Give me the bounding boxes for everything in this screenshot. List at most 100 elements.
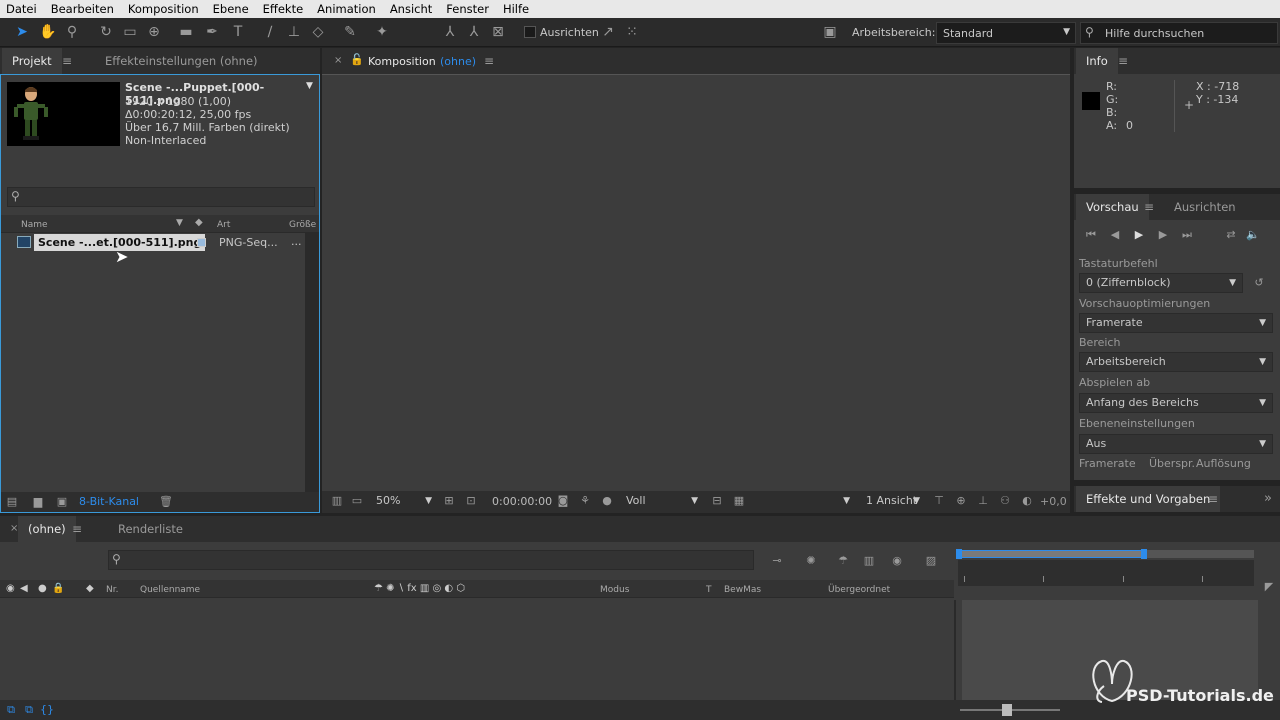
text-tool-icon[interactable]: T [228,22,248,42]
bit-depth-button[interactable]: 8-Bit-Kanal [79,495,139,508]
work-area-start-handle[interactable] [956,549,962,559]
snapshot-camera-icon[interactable]: ◙ [556,494,570,508]
last-frame-icon[interactable]: ⏭ [1180,228,1194,242]
new-folder-icon[interactable]: ▆ [31,495,45,509]
show-snapshot-icon[interactable]: ⚘ [578,494,592,508]
timeline-search-input[interactable]: ⚲ [108,550,754,570]
menu-icon[interactable]: ≡ [62,48,72,74]
region-of-interest-icon[interactable]: ⊞ [442,494,456,508]
help-search-input[interactable]: ⚲ Hilfe durchsuchen [1080,22,1278,44]
lock-icon[interactable]: 🔒 [52,583,64,594]
audio-icon[interactable]: 🔈 [1246,228,1260,242]
timeline-icon[interactable]: ⊥ [976,494,990,508]
camera-view-dropdown[interactable]: ▼ [752,492,856,512]
tab-render-queue[interactable]: Renderliste [108,516,193,542]
col-track-matte[interactable]: BewMas [724,585,761,595]
checkerboard-icon[interactable]: ▦ [732,494,746,508]
reset-icon[interactable]: ↺ [1252,276,1266,290]
snap-options-icon[interactable]: ⁙ [622,22,642,42]
frame-blending-icon[interactable]: ▥ [862,554,876,568]
col-type[interactable]: Art [217,220,230,230]
tab-composition-label[interactable]: Komposition [368,55,436,68]
roto-brush-tool-icon[interactable]: ✎ [340,22,360,42]
play-from-dropdown[interactable]: Anfang des Bereichs ▼ [1079,393,1273,413]
rectangle-tool-icon[interactable]: ▬ [176,22,196,42]
first-frame-icon[interactable]: ⏮ [1084,228,1098,242]
channel-color-icon[interactable]: ● [600,494,614,508]
project-scrollbar[interactable] [305,233,319,493]
clone-stamp-tool-icon[interactable]: ⊥ [284,22,304,42]
layer-settings-dropdown[interactable]: Aus ▼ [1079,434,1273,454]
menu-icon[interactable]: ≡ [1208,486,1218,512]
tab-project[interactable]: Projekt [2,48,62,74]
comp-mini-flowchart-icon[interactable]: ⊸ [770,554,784,568]
time-ruler[interactable] [958,560,1254,586]
timeline-divider[interactable] [954,600,956,700]
solo-icon[interactable]: ● [38,583,47,594]
tab-preview[interactable]: Vorschau [1076,194,1149,220]
label-color-swatch[interactable] [197,238,206,247]
menu-komposition[interactable]: Komposition [128,2,199,16]
col-name[interactable]: Name [21,220,48,230]
visibility-eye-icon[interactable]: ◉ [6,583,15,594]
expand-panel-icon[interactable]: » [1264,486,1272,512]
pen-tool-icon[interactable]: ✒ [202,22,222,42]
work-area-bar[interactable] [960,550,1144,558]
close-icon[interactable]: × [334,55,342,66]
graph-editor-icon[interactable]: ▨ [924,554,938,568]
play-icon[interactable]: ▶ [1132,228,1146,242]
menu-icon[interactable]: ≡ [484,48,494,74]
col-source-name[interactable]: Quellenname [140,585,200,595]
menu-datei[interactable]: Datei [6,2,37,16]
composition-viewer[interactable] [322,74,1070,491]
project-item-row[interactable]: Scene -...et.[000-511].png PNG-Seq... ..… [1,234,305,252]
col-nr[interactable]: Nr. [106,585,118,595]
interpret-footage-icon[interactable]: ▤ [5,495,19,509]
work-area-end-handle[interactable] [1141,549,1147,559]
tab-effects-presets[interactable]: Effekte und Vorgaben [1076,486,1221,512]
label-tag-icon[interactable]: ◆ [86,583,94,594]
comp-button-icon[interactable]: ◤ [1262,580,1276,594]
quality-dropdown[interactable]: Voll ▼ [620,492,704,512]
zoom-tool-icon[interactable]: ⚲ [62,22,82,42]
align-checkbox[interactable] [524,26,536,38]
previous-frame-icon[interactable]: ◀ [1108,228,1122,242]
flowchart-icon[interactable]: ⚇ [998,494,1012,508]
in-out-toggle-icon[interactable]: {} [40,703,54,717]
view-axis-icon[interactable]: ⊠ [488,22,508,42]
next-frame-icon[interactable]: ▶ [1156,228,1170,242]
always-preview-icon[interactable]: ▥ [330,494,344,508]
lock-icon[interactable]: 🔓 [350,53,364,66]
col-t[interactable]: T [706,585,712,595]
menu-animation[interactable]: Animation [317,2,376,16]
pan-behind-tool-icon[interactable]: ⊕ [144,22,164,42]
timecode-display[interactable]: 0:00:00:00 [492,495,552,508]
menu-ansicht[interactable]: Ansicht [390,2,432,16]
zoom-dropdown[interactable]: 50% ▼ [370,492,438,512]
menu-bearbeiten[interactable]: Bearbeiten [51,2,114,16]
range-dropdown[interactable]: Arbeitsbereich ▼ [1079,352,1273,372]
draft-3d-icon[interactable]: ✺ [804,554,818,568]
local-axis-icon[interactable]: ⅄ [440,22,460,42]
tab-info[interactable]: Info [1076,48,1118,74]
fast-previews-icon[interactable]: ⊕ [954,494,968,508]
transfer-controls-toggle-icon[interactable]: ⧉ [22,703,36,717]
toggle-pixel-aspect-icon[interactable]: ⊤ [932,494,946,508]
tab-effect-controls[interactable]: Effekteinstellungen (ohne) [95,48,268,74]
audio-speaker-icon[interactable]: ◀ [20,583,28,594]
menu-hilfe[interactable]: Hilfe [503,2,529,16]
tab-align[interactable]: Ausrichten [1164,194,1246,220]
motion-blur-icon[interactable]: ◉ [890,554,904,568]
trash-icon[interactable]: 🗑 [159,495,173,509]
camera-tool-icon[interactable]: ▭ [120,22,140,42]
shortcut-dropdown[interactable]: 0 (Ziffernblock) ▼ [1079,273,1243,293]
puppet-pin-tool-icon[interactable]: ✦ [372,22,392,42]
col-parent[interactable]: Übergeordnet [828,585,890,595]
tab-composition-name[interactable]: (ohne) [440,55,476,68]
brush-tool-icon[interactable]: ∕ [260,22,280,42]
new-composition-icon[interactable]: ▣ [55,495,69,509]
eraser-tool-icon[interactable]: ◇ [308,22,328,42]
menu-icon[interactable]: ≡ [1144,194,1154,220]
menu-effekte[interactable]: Effekte [263,2,304,16]
tab-timeline-comp[interactable]: (ohne) [18,516,76,542]
